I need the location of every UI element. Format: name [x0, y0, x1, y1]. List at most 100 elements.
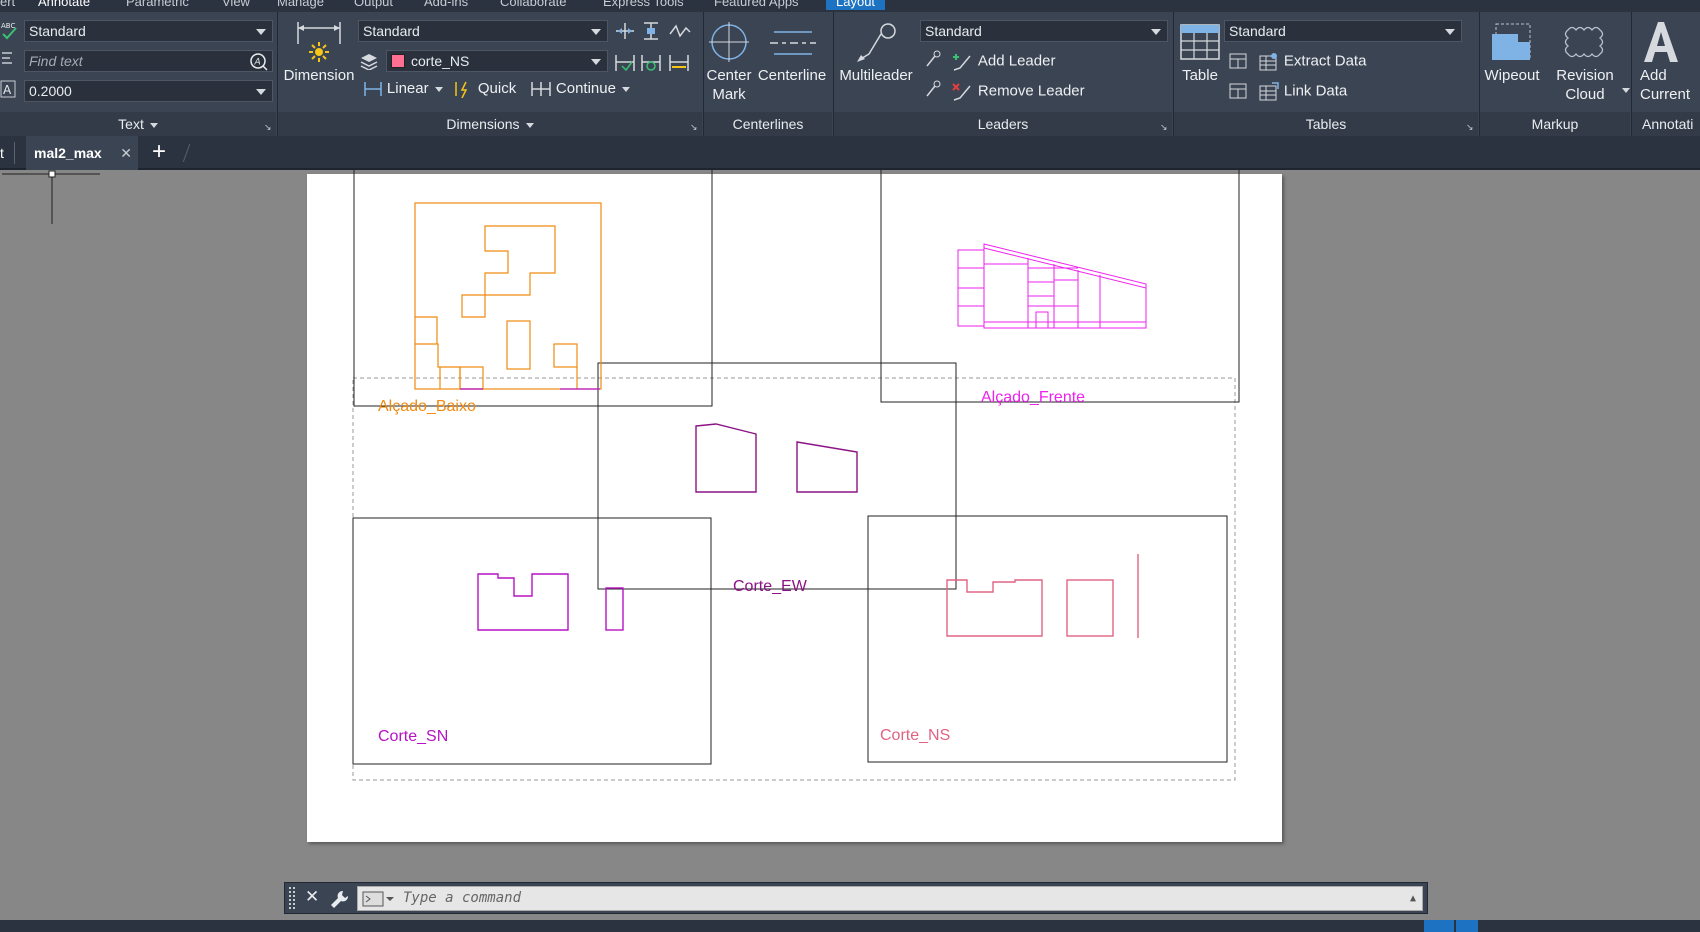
section-corte-sn — [477, 573, 624, 631]
new-tab-button[interactable]: + — [152, 135, 166, 169]
close-command-line-icon[interactable]: ✕ — [305, 887, 319, 907]
command-line: ✕ Type a command ▲ — [284, 882, 1428, 914]
center-mark-button[interactable]: Center Mark — [700, 66, 758, 104]
add-current-scale-icon[interactable] — [1640, 18, 1680, 66]
viewport-label-alcado-frente: Alçado_Frente — [981, 389, 1086, 406]
revision-cloud-dropdown-icon[interactable] — [1622, 88, 1630, 93]
autocad-window: ert Annotate Parametric View Manage Outp… — [0, 0, 1700, 932]
continue-dimension-button[interactable]: Continue — [530, 80, 630, 98]
dim-tools-row1 — [614, 20, 694, 45]
find-replace-icon — [0, 50, 18, 68]
crosshair-cursor — [2, 170, 100, 224]
centerlines-panel-title: Centerlines — [704, 112, 832, 136]
center-mark-icon[interactable] — [709, 22, 749, 62]
dimension-icon[interactable] — [294, 18, 344, 70]
file-tab-bar: t mal2_max ✕ + — [0, 136, 1700, 170]
text-height-icon: A — [0, 80, 18, 98]
layer-stack-icon — [360, 52, 378, 71]
multileader-button[interactable]: Multileader — [834, 66, 918, 85]
add-current-scale-button[interactable]: Add Current — [1640, 66, 1700, 104]
revision-cloud-icon[interactable] — [1562, 24, 1606, 58]
tab-add-ins[interactable]: Add-ins — [424, 0, 468, 9]
text-height-combo[interactable]: 0.2000 — [24, 80, 273, 102]
tab-view[interactable]: View — [222, 0, 250, 9]
tab-parametric[interactable]: Parametric — [126, 0, 189, 9]
viewport-label-corte-ns: Corte_NS — [880, 727, 951, 744]
text-style-combo[interactable]: Standard — [24, 20, 273, 42]
table-style-combo[interactable]: Standard — [1224, 20, 1462, 42]
text-panel-title[interactable]: Text — [0, 112, 276, 136]
dimensions-panel-launcher-icon[interactable]: ↘ — [690, 122, 698, 133]
multileader-icon[interactable] — [854, 22, 898, 66]
revision-cloud-button[interactable]: Revision Cloud — [1546, 66, 1624, 104]
command-line-grip-icon[interactable] — [289, 887, 295, 909]
close-tab-icon[interactable]: ✕ — [120, 136, 132, 170]
quick-dimension-button[interactable]: Quick — [454, 80, 516, 99]
tab-insert[interactable]: ert — [0, 0, 15, 9]
section-corte-ew — [695, 423, 858, 493]
update-icon — [641, 55, 661, 71]
viewport-corte-ew — [597, 362, 957, 590]
viewport-alcado-frente — [880, 170, 1240, 403]
inspect-icon — [616, 23, 634, 39]
tab-collaborate[interactable]: Collaborate — [500, 0, 567, 9]
wipeout-icon[interactable] — [1490, 20, 1534, 62]
remove-leader-button[interactable]: Remove Leader — [952, 82, 1085, 102]
tab-layout[interactable]: Layout — [826, 0, 886, 10]
tab-output[interactable]: Output — [354, 0, 393, 9]
spellcheck-icon[interactable]: ABC — [0, 20, 24, 40]
linear-button[interactable]: Linear — [363, 80, 443, 98]
table-button[interactable]: Table — [1174, 66, 1226, 85]
text-panel-launcher-icon[interactable]: ↘ — [264, 122, 272, 133]
tab-express-tools[interactable]: Express Tools — [603, 0, 684, 9]
tab-featured-apps[interactable]: Featured Apps — [714, 0, 799, 9]
file-tab-mal2-max[interactable]: mal2_max ✕ — [26, 136, 138, 170]
section-corte-ns — [946, 554, 1139, 638]
centerline-button[interactable]: Centerline — [756, 66, 828, 85]
recent-commands-icon[interactable] — [362, 891, 396, 907]
status-toggle-active[interactable] — [1424, 920, 1454, 932]
dimension-layer-combo[interactable]: corte_NS — [386, 50, 608, 72]
leader-tools-col — [922, 50, 942, 105]
markup-panel-title: Markup — [1480, 112, 1630, 136]
tab-annotate[interactable]: Annotate — [38, 0, 90, 9]
viewport-alcado-baixo — [353, 170, 713, 407]
link-data-button[interactable]: Link Data — [1258, 82, 1347, 102]
customize-wrench-icon[interactable] — [329, 889, 349, 909]
extract-data-button[interactable]: Extract Data — [1258, 52, 1366, 72]
add-leader-button[interactable]: Add Leader — [952, 52, 1055, 72]
leaders-panel-title: Leaders — [834, 112, 1172, 136]
multileader-style-combo[interactable]: Standard — [920, 20, 1168, 42]
annotation-scaling-panel-title: Annotati — [1632, 112, 1700, 136]
adjust-space-icon — [644, 22, 658, 40]
find-text-input[interactable]: Find text A — [24, 50, 273, 72]
dimension-style-combo[interactable]: Standard — [358, 20, 608, 42]
table-download-icon — [1229, 83, 1247, 99]
leaders-panel-launcher-icon[interactable]: ↘ — [1160, 122, 1168, 133]
ribbon-tab-bar: ert Annotate Parametric View Manage Outp… — [0, 0, 1700, 12]
search-icon[interactable]: A — [249, 52, 269, 72]
command-input[interactable]: Type a command ▲ — [357, 886, 1423, 911]
centerline-icon[interactable] — [770, 28, 816, 58]
layout-canvas[interactable]: Alçado_Baixo Alçado_Frente Corte_EW Cort… — [0, 170, 1700, 882]
dimension-button[interactable]: Dimension — [280, 66, 358, 85]
jogged-line-icon — [669, 24, 691, 38]
table-tools-col — [1228, 52, 1250, 107]
table-icon[interactable] — [1180, 24, 1220, 64]
drawing-svg — [2, 170, 1240, 781]
tab-manage[interactable]: Manage — [277, 0, 324, 9]
plan-alcado-baixo — [414, 202, 602, 390]
command-history-up-icon[interactable]: ▲ — [1410, 887, 1416, 910]
align-leader-icon — [926, 50, 941, 67]
status-toggle-active-2[interactable] — [1456, 920, 1478, 932]
wipeout-button[interactable]: Wipeout — [1478, 66, 1546, 85]
dimensions-panel-title[interactable]: Dimensions — [278, 112, 702, 136]
svg-text:ABC: ABC — [1, 22, 15, 30]
ribbon: ABC Standard Find text A A 0.2000 Text ↘… — [0, 12, 1700, 136]
tables-panel-launcher-icon[interactable]: ↘ — [1466, 122, 1474, 133]
elevation-alcado-frente — [957, 243, 1147, 329]
reassociate-icon — [669, 55, 689, 71]
viewport-label-corte-ew: Corte_EW — [733, 578, 807, 595]
break-icon — [615, 55, 635, 72]
file-tab-previous[interactable]: t — [0, 136, 4, 170]
